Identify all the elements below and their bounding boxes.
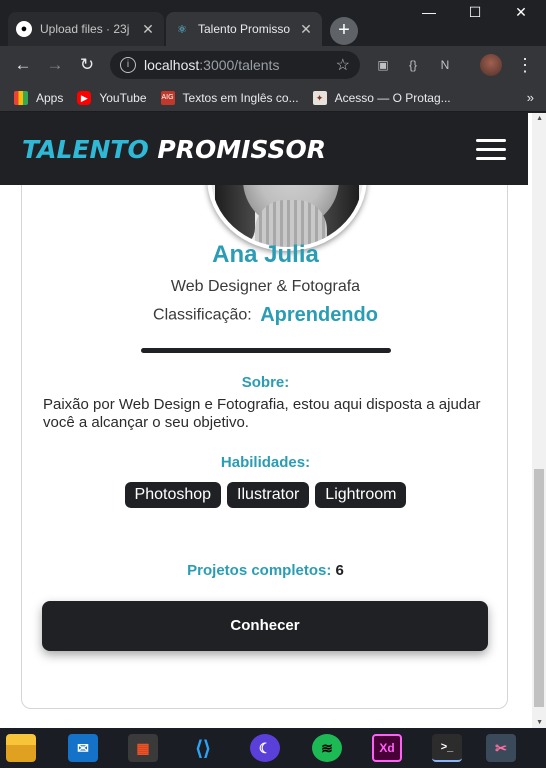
talent-name: Ana Julia (212, 241, 319, 268)
tab-strip: ● Upload files · 23j ✕ ⚛ Talento Promiss… (0, 0, 546, 46)
extension-clipboard-icon[interactable]: ▣ (374, 56, 392, 74)
react-icon: ⚛ (177, 23, 187, 36)
profile-avatar[interactable] (480, 54, 502, 76)
scroll-thumb[interactable] (534, 469, 544, 707)
adobe-xd-icon[interactable]: Xd (372, 734, 402, 762)
projects-count: 6 (335, 562, 344, 579)
snip-tool-icon[interactable]: ✂ (486, 734, 516, 762)
divider (141, 348, 391, 353)
app-header: TALENTO PROMISSOR (0, 113, 528, 185)
aig-icon: AIG (160, 90, 175, 105)
url-path: :3000/talents (199, 57, 280, 73)
url-host: localhost (144, 57, 200, 73)
browser-window: ● Upload files · 23j ✕ ⚛ Talento Promiss… (0, 0, 546, 768)
scroll-down-icon[interactable]: ▼ (536, 719, 543, 726)
windows-taskbar: ✉ ▦ ⟨⟩ ☾ ≋ Xd >_ ✂ (0, 728, 546, 768)
brand-part2: PROMISSOR (157, 135, 327, 164)
close-tab-icon[interactable]: ✕ (298, 21, 314, 38)
tab-title: Talento Promisso (198, 22, 291, 36)
compass-icon: ✦ (312, 90, 327, 105)
minimize-icon[interactable]: — (414, 4, 444, 26)
new-tab-button[interactable]: + (330, 17, 358, 45)
skill-tag: Lightroom (315, 482, 407, 508)
extension-json-icon[interactable]: {} (404, 56, 422, 74)
classification-label: Classificação: (153, 306, 252, 324)
more-menu-icon[interactable]: ⋮ (516, 54, 534, 76)
bookmark-textos[interactable]: AIG Textos em Inglês co... (160, 90, 299, 105)
tab-title: Upload files · 23j (40, 22, 130, 36)
tab-upload-files[interactable]: ● Upload files · 23j ✕ (8, 12, 164, 46)
talent-role: Web Designer & Fotografa (170, 278, 361, 295)
bookmark-label: Apps (36, 90, 64, 105)
more-bookmarks-icon[interactable]: » (527, 90, 534, 105)
github-icon: ● (16, 21, 32, 37)
bookmark-label: Acesso — O Protag... (334, 90, 451, 105)
terminal-icon[interactable]: >_ (432, 734, 462, 762)
projects-completed: Projetos completos: 6 (22, 562, 509, 579)
bookmark-star-icon[interactable]: ☆ (336, 55, 350, 75)
projects-label: Projetos completos: (187, 562, 332, 579)
close-tab-icon[interactable]: ✕ (140, 21, 156, 38)
about-text: Paixão por Web Design e Fotografia, esto… (43, 396, 481, 431)
conhecer-button[interactable]: Conhecer (42, 601, 488, 651)
tab-talento-promissor[interactable]: ⚛ Talento Promisso ✕ (166, 12, 322, 46)
apps-grid-icon (14, 90, 28, 105)
about-title: Sobre: (241, 374, 290, 391)
youtube-icon: ▶ (77, 90, 92, 105)
maximize-icon[interactable]: ☐ (460, 4, 490, 26)
bookmark-apps[interactable]: Apps (14, 90, 64, 105)
skill-tag: Photoshop (124, 482, 222, 508)
skills-title: Habilidades: (220, 454, 311, 471)
classification-row: Classificação: Aprendendo (22, 304, 509, 327)
classification-value: Aprendendo (260, 304, 378, 326)
spotify-icon[interactable]: ≋ (312, 734, 342, 762)
bookmark-acesso[interactable]: ✦ Acesso — O Protag... (312, 90, 451, 105)
extension-notion-icon[interactable]: N (436, 56, 454, 74)
store-icon[interactable]: ▦ (128, 734, 158, 762)
hamburger-menu-icon[interactable] (476, 139, 506, 161)
page-scrollbar[interactable]: ▲ ▼ (532, 113, 546, 728)
skills-list: Photoshop Ilustrator Lightroom (22, 482, 509, 508)
browser-toolbar: ← → ↻ i localhost:3000/talents ☆ ▣ {} N … (0, 46, 546, 84)
close-window-icon[interactable]: ✕ (506, 4, 536, 26)
forward-arrow-icon[interactable]: → (44, 54, 66, 76)
bookmarks-bar: Apps ▶ YouTube AIG Textos em Inglês co..… (0, 84, 546, 112)
bookmark-label: Textos em Inglês co... (182, 90, 299, 105)
vscode-icon[interactable]: ⟨⟩ (188, 734, 218, 762)
notion-moon-icon[interactable]: ☾ (250, 734, 280, 762)
brand-part1: TALENTO (22, 135, 149, 164)
skill-tag: Ilustrator (227, 482, 310, 508)
bookmark-youtube[interactable]: ▶ YouTube (77, 90, 147, 105)
brand-logo[interactable]: TALENTO PROMISSOR (22, 135, 326, 164)
address-bar[interactable]: i localhost:3000/talents ☆ (110, 51, 360, 79)
reload-icon[interactable]: ↻ (76, 54, 98, 76)
mail-icon[interactable]: ✉ (68, 734, 98, 762)
site-info-icon[interactable]: i (120, 57, 136, 73)
file-explorer-icon[interactable] (6, 734, 36, 762)
page-viewport: Ana Julia Web Designer & Fotografa Class… (0, 113, 546, 728)
scroll-up-icon[interactable]: ▲ (536, 115, 543, 122)
talent-card: Ana Julia Web Designer & Fotografa Class… (21, 113, 508, 709)
bookmark-label: YouTube (99, 90, 147, 105)
back-arrow-icon[interactable]: ← (12, 54, 34, 76)
